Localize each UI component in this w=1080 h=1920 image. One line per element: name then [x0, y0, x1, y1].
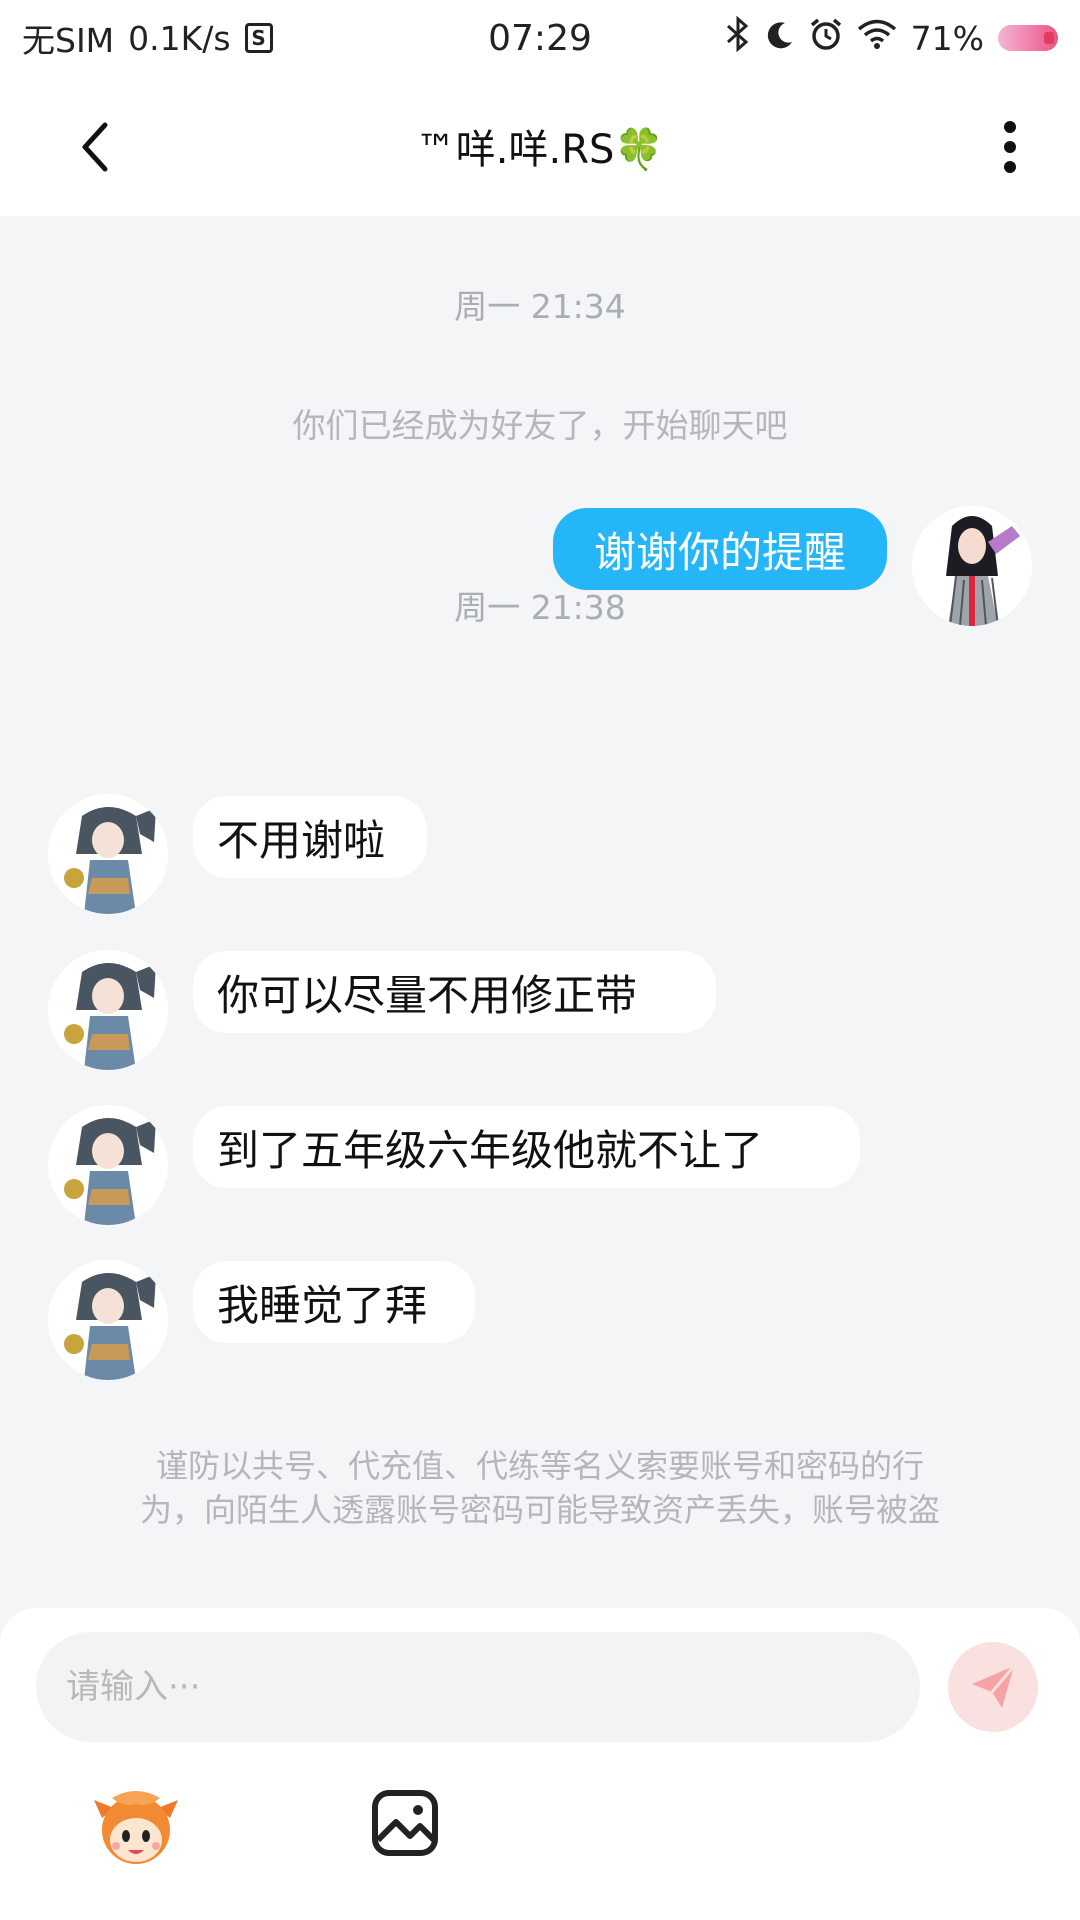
message-timestamp: 周一 21:34 — [454, 287, 626, 326]
sim-icon: S — [244, 23, 273, 53]
message-timestamp: 周一 21:38 — [454, 588, 626, 627]
more-options-button[interactable] — [980, 112, 1040, 182]
outgoing-message-bubble[interactable]: 谢谢你的提醒 — [553, 508, 887, 590]
battery-icon — [998, 25, 1058, 51]
friend-avatar[interactable] — [48, 1105, 168, 1225]
friend-avatar[interactable] — [48, 950, 168, 1070]
chat-area[interactable]: 周一 21:34 你们已经成为好友了，开始聊天吧 谢谢你的提醒 周一 21:38… — [0, 216, 1080, 1606]
image-icon — [372, 1790, 438, 1856]
mascot-emoji-icon — [94, 1791, 178, 1864]
avatar-anime-girl-image — [48, 1105, 168, 1225]
alarm-icon — [809, 17, 843, 59]
security-warning-line: 谨防以共号、代充值、代练等名义索要账号和密码的行 — [155, 1447, 924, 1485]
avatar-anime-girl-image — [48, 950, 168, 1070]
paper-plane-icon — [972, 1665, 1016, 1708]
message-input[interactable] — [36, 1632, 920, 1742]
incoming-message-bubble[interactable]: 我睡觉了拜 — [193, 1261, 475, 1343]
carrier-label: 无SIM — [22, 21, 115, 60]
incoming-message-bubble[interactable]: 不用谢啦 — [193, 796, 427, 878]
system-message: 你们已经成为好友了，开始聊天吧 — [292, 406, 788, 445]
page-title: ™咩.咩.RS🍀 — [415, 127, 665, 173]
avatar-anime-girl-image — [48, 1260, 168, 1380]
send-button[interactable] — [948, 1642, 1038, 1732]
net-speed: 0.1K/s — [128, 18, 231, 58]
security-warning-line: 为，向陌生人透露账号密码可能导致资产丢失，账号被盗 — [139, 1491, 940, 1529]
friend-avatar[interactable] — [48, 1260, 168, 1380]
input-panel — [0, 1608, 1080, 1920]
security-warning: 谨防以共号、代充值、代练等名义索要账号和密码的行 为，向陌生人透露账号密码可能导… — [80, 1444, 1000, 1532]
image-picker-button[interactable] — [370, 1788, 440, 1858]
bluetooth-icon — [725, 15, 751, 60]
chat-header: ™咩.咩.RS🍀 — [0, 76, 1080, 216]
moon-icon — [765, 19, 795, 58]
friend-avatar[interactable] — [48, 794, 168, 914]
chevron-left-icon — [82, 122, 108, 172]
emoji-button[interactable] — [92, 1788, 180, 1868]
more-vertical-icon — [1004, 121, 1016, 173]
incoming-message-bubble[interactable]: 到了五年级六年级他就不让了 — [193, 1106, 860, 1188]
battery-percent: 71% — [910, 18, 984, 58]
status-bar: 无SIM 0.1K/s S 07:29 71% — [0, 0, 1080, 76]
incoming-message-bubble[interactable]: 你可以尽量不用修正带 — [193, 951, 716, 1033]
back-button[interactable] — [60, 112, 130, 182]
avatar-anime-girl-image — [48, 794, 168, 914]
wifi-icon — [857, 18, 897, 58]
